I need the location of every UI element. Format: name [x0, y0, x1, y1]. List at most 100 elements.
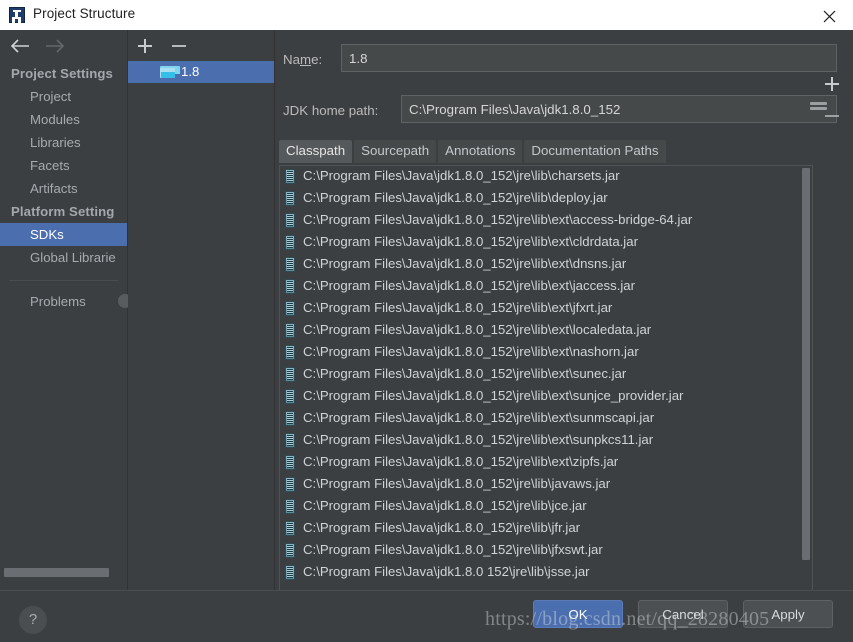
sidebar-item-artifacts[interactable]: Artifacts: [0, 177, 127, 200]
classpath-row[interactable]: C:\Program Files\Java\jdk1.8.0_152\jre\l…: [280, 232, 800, 254]
classpath-row-label: C:\Program Files\Java\jdk1.8.0_152\jre\l…: [303, 366, 627, 381]
jar-file-icon: [285, 455, 295, 470]
nav-group-project-settings: Project Settings: [11, 66, 113, 81]
remove-sdk-button[interactable]: [168, 36, 190, 56]
nav-group-platform-settings: Platform Setting: [11, 204, 115, 219]
classpath-row[interactable]: C:\Program Files\Java\jdk1.8.0_152\jre\l…: [280, 210, 800, 232]
jdk-home-path-label: JDK home path:: [283, 103, 379, 118]
sidebar-item-facets[interactable]: Facets: [0, 154, 127, 177]
add-sdk-button[interactable]: [134, 36, 156, 56]
intellij-idea-icon: [9, 7, 25, 23]
jar-file-icon: [285, 565, 295, 580]
jar-file-icon: [285, 543, 295, 558]
classpath-scrollbar-thumb[interactable]: [802, 168, 810, 560]
jar-file-icon: [285, 257, 295, 272]
classpath-row[interactable]: C:\Program Files\Java\jdk1.8.0_152\jre\l…: [280, 342, 800, 364]
classpath-row[interactable]: C:\Program Files\Java\jdk1.8.0_152\jre\l…: [280, 188, 800, 210]
classpath-row[interactable]: C:\Program Files\Java\jdk1.8.0_152\jre\l…: [280, 276, 800, 298]
classpath-row-label: C:\Program Files\Java\jdk1.8.0_152\jre\l…: [303, 432, 654, 447]
classpath-row[interactable]: C:\Program Files\Java\jdk1.8.0_152\jre\l…: [280, 408, 800, 430]
jar-file-icon: [285, 301, 295, 316]
nav-horizontal-scrollbar[interactable]: [4, 568, 109, 577]
sidebar-item-global-libraries[interactable]: Global Librarie: [0, 246, 127, 269]
classpath-row[interactable]: C:\Program Files\Java\jdk1.8.0_152\jre\l…: [280, 386, 800, 408]
sdk-toolbar: [128, 30, 274, 62]
apply-button[interactable]: Apply: [743, 600, 833, 628]
sidebar-item-sdks[interactable]: SDKs: [0, 223, 127, 246]
ok-button[interactable]: OK: [533, 600, 623, 628]
jar-file-icon: [285, 477, 295, 492]
jar-file-icon: [285, 521, 295, 536]
classpath-row[interactable]: C:\Program Files\Java\jdk1.8.0_152\jre\l…: [280, 474, 800, 496]
classpath-row[interactable]: C:\Program Files\Java\jdk1.8.0 152\jre\l…: [280, 562, 800, 584]
classpath-row[interactable]: C:\Program Files\Java\jdk1.8.0_152\jre\l…: [280, 540, 800, 562]
jdk-home-path-input[interactable]: [401, 95, 837, 123]
sidebar-item-label: Problems: [30, 294, 86, 309]
sdk-item-label: 1.8: [181, 64, 200, 79]
help-button[interactable]: ?: [19, 606, 47, 634]
project-structure-dialog: Project Structure Project Settings Proje…: [0, 0, 853, 642]
classpath-row-label: C:\Program Files\Java\jdk1.8.0_152\jre\l…: [303, 278, 636, 293]
remove-classpath-entry-button[interactable]: [821, 106, 843, 126]
tab-classpath[interactable]: Classpath: [279, 140, 353, 163]
window-title: Project Structure: [33, 6, 136, 21]
classpath-row[interactable]: C:\Program Files\Java\jdk1.8.0_152\jre\l…: [280, 452, 800, 474]
classpath-row-label: C:\Program Files\Java\jdk1.8.0_152\jre\l…: [303, 234, 638, 249]
tab-sourcepath[interactable]: Sourcepath: [354, 140, 437, 163]
tab-annotations[interactable]: Annotations: [438, 140, 523, 163]
name-input[interactable]: [341, 44, 837, 72]
classpath-row[interactable]: C:\Program Files\Java\jdk1.8.0_152\jre\l…: [280, 496, 800, 518]
classpath-row[interactable]: C:\Program Files\Java\jdk1.8.0_152\jre\l…: [280, 364, 800, 386]
classpath-row[interactable]: C:\Program Files\Java\jdk1.8.0_152\jre\l…: [280, 430, 800, 452]
sidebar-item-modules[interactable]: Modules: [0, 108, 127, 131]
classpath-row-label: C:\Program Files\Java\jdk1.8.0_152\jre\l…: [303, 168, 620, 183]
forward-glyph: [46, 39, 65, 53]
classpath-row-label: C:\Program Files\Java\jdk1.8.0_152\jre\l…: [303, 212, 693, 227]
plus-icon-v: [144, 39, 146, 53]
classpath-row[interactable]: C:\Program Files\Java\jdk1.8.0_152\jre\l…: [280, 166, 800, 188]
sidebar-item-project[interactable]: Project: [0, 85, 127, 108]
add-classpath-entry-button[interactable]: [821, 74, 843, 94]
jar-file-icon: [285, 323, 295, 338]
minus-icon: [172, 45, 186, 47]
classpath-scrollbar-track[interactable]: [800, 166, 812, 598]
dialog-body: Project Settings Project Modules Librari…: [0, 30, 853, 642]
sdk-tabs: Classpath Sourcepath Annotations Documen…: [279, 140, 668, 163]
name-label: Name:: [283, 52, 322, 67]
classpath-row-label: C:\Program Files\Java\jdk1.8.0_152\jre\l…: [303, 300, 613, 315]
classpath-row[interactable]: C:\Program Files\Java\jdk1.8.0_152\jre\l…: [280, 298, 800, 320]
cancel-button[interactable]: Cancel: [638, 600, 728, 628]
close-icon[interactable]: [807, 0, 853, 30]
classpath-row[interactable]: C:\Program Files\Java\jdk1.8.0_152\jre\l…: [280, 320, 800, 342]
nav-toolbar: [0, 30, 127, 61]
classpath-row-label: C:\Program Files\Java\jdk1.8.0_152\jre\l…: [303, 520, 581, 535]
window-titlebar: Project Structure: [0, 0, 853, 31]
classpath-row-label: C:\Program Files\Java\jdk1.8.0_152\jre\l…: [303, 498, 587, 513]
arrow-right-icon[interactable]: [42, 37, 68, 55]
arrow-left-icon[interactable]: [8, 37, 34, 55]
name-label-text: Name:: [283, 52, 323, 67]
classpath-list: C:\Program Files\Java\jdk1.8.0_152\jre\l…: [280, 166, 800, 584]
classpath-list-container: C:\Program Files\Java\jdk1.8.0_152\jre\l…: [279, 165, 813, 599]
jar-file-icon: [285, 169, 295, 184]
sidebar-item-problems[interactable]: Problems: [0, 290, 132, 313]
classpath-row[interactable]: C:\Program Files\Java\jdk1.8.0_152\jre\l…: [280, 254, 800, 276]
settings-nav-pane: Project Settings Project Modules Librari…: [0, 30, 132, 590]
jar-file-icon: [285, 499, 295, 514]
jar-file-icon: [285, 411, 295, 426]
classpath-row-label: C:\Program Files\Java\jdk1.8.0_152\jre\l…: [303, 322, 652, 337]
classpath-row-label: C:\Program Files\Java\jdk1.8.0_152\jre\l…: [303, 344, 639, 359]
minus-icon: [825, 115, 839, 117]
classpath-row-label: C:\Program Files\Java\jdk1.8.0_152\jre\l…: [303, 410, 655, 425]
classpath-row[interactable]: C:\Program Files\Java\jdk1.8.0_152\jre\l…: [280, 518, 800, 540]
tab-documentation-paths[interactable]: Documentation Paths: [524, 140, 666, 163]
nav-divider: [9, 280, 118, 281]
classpath-row-label: C:\Program Files\Java\jdk1.8.0_152\jre\l…: [303, 256, 627, 271]
help-icon: ?: [28, 611, 38, 628]
sdk-list-item-1-8[interactable]: 1.8: [128, 61, 274, 83]
sidebar-item-libraries[interactable]: Libraries: [0, 131, 127, 154]
close-glyph: [823, 10, 836, 23]
classpath-row-label: C:\Program Files\Java\jdk1.8.0_152\jre\l…: [303, 190, 608, 205]
sdk-detail-pane: Name: JDK home path: Classpath Sourcepat…: [275, 30, 853, 608]
classpath-row-label: C:\Program Files\Java\jdk1.8.0 152\jre\l…: [303, 564, 590, 579]
